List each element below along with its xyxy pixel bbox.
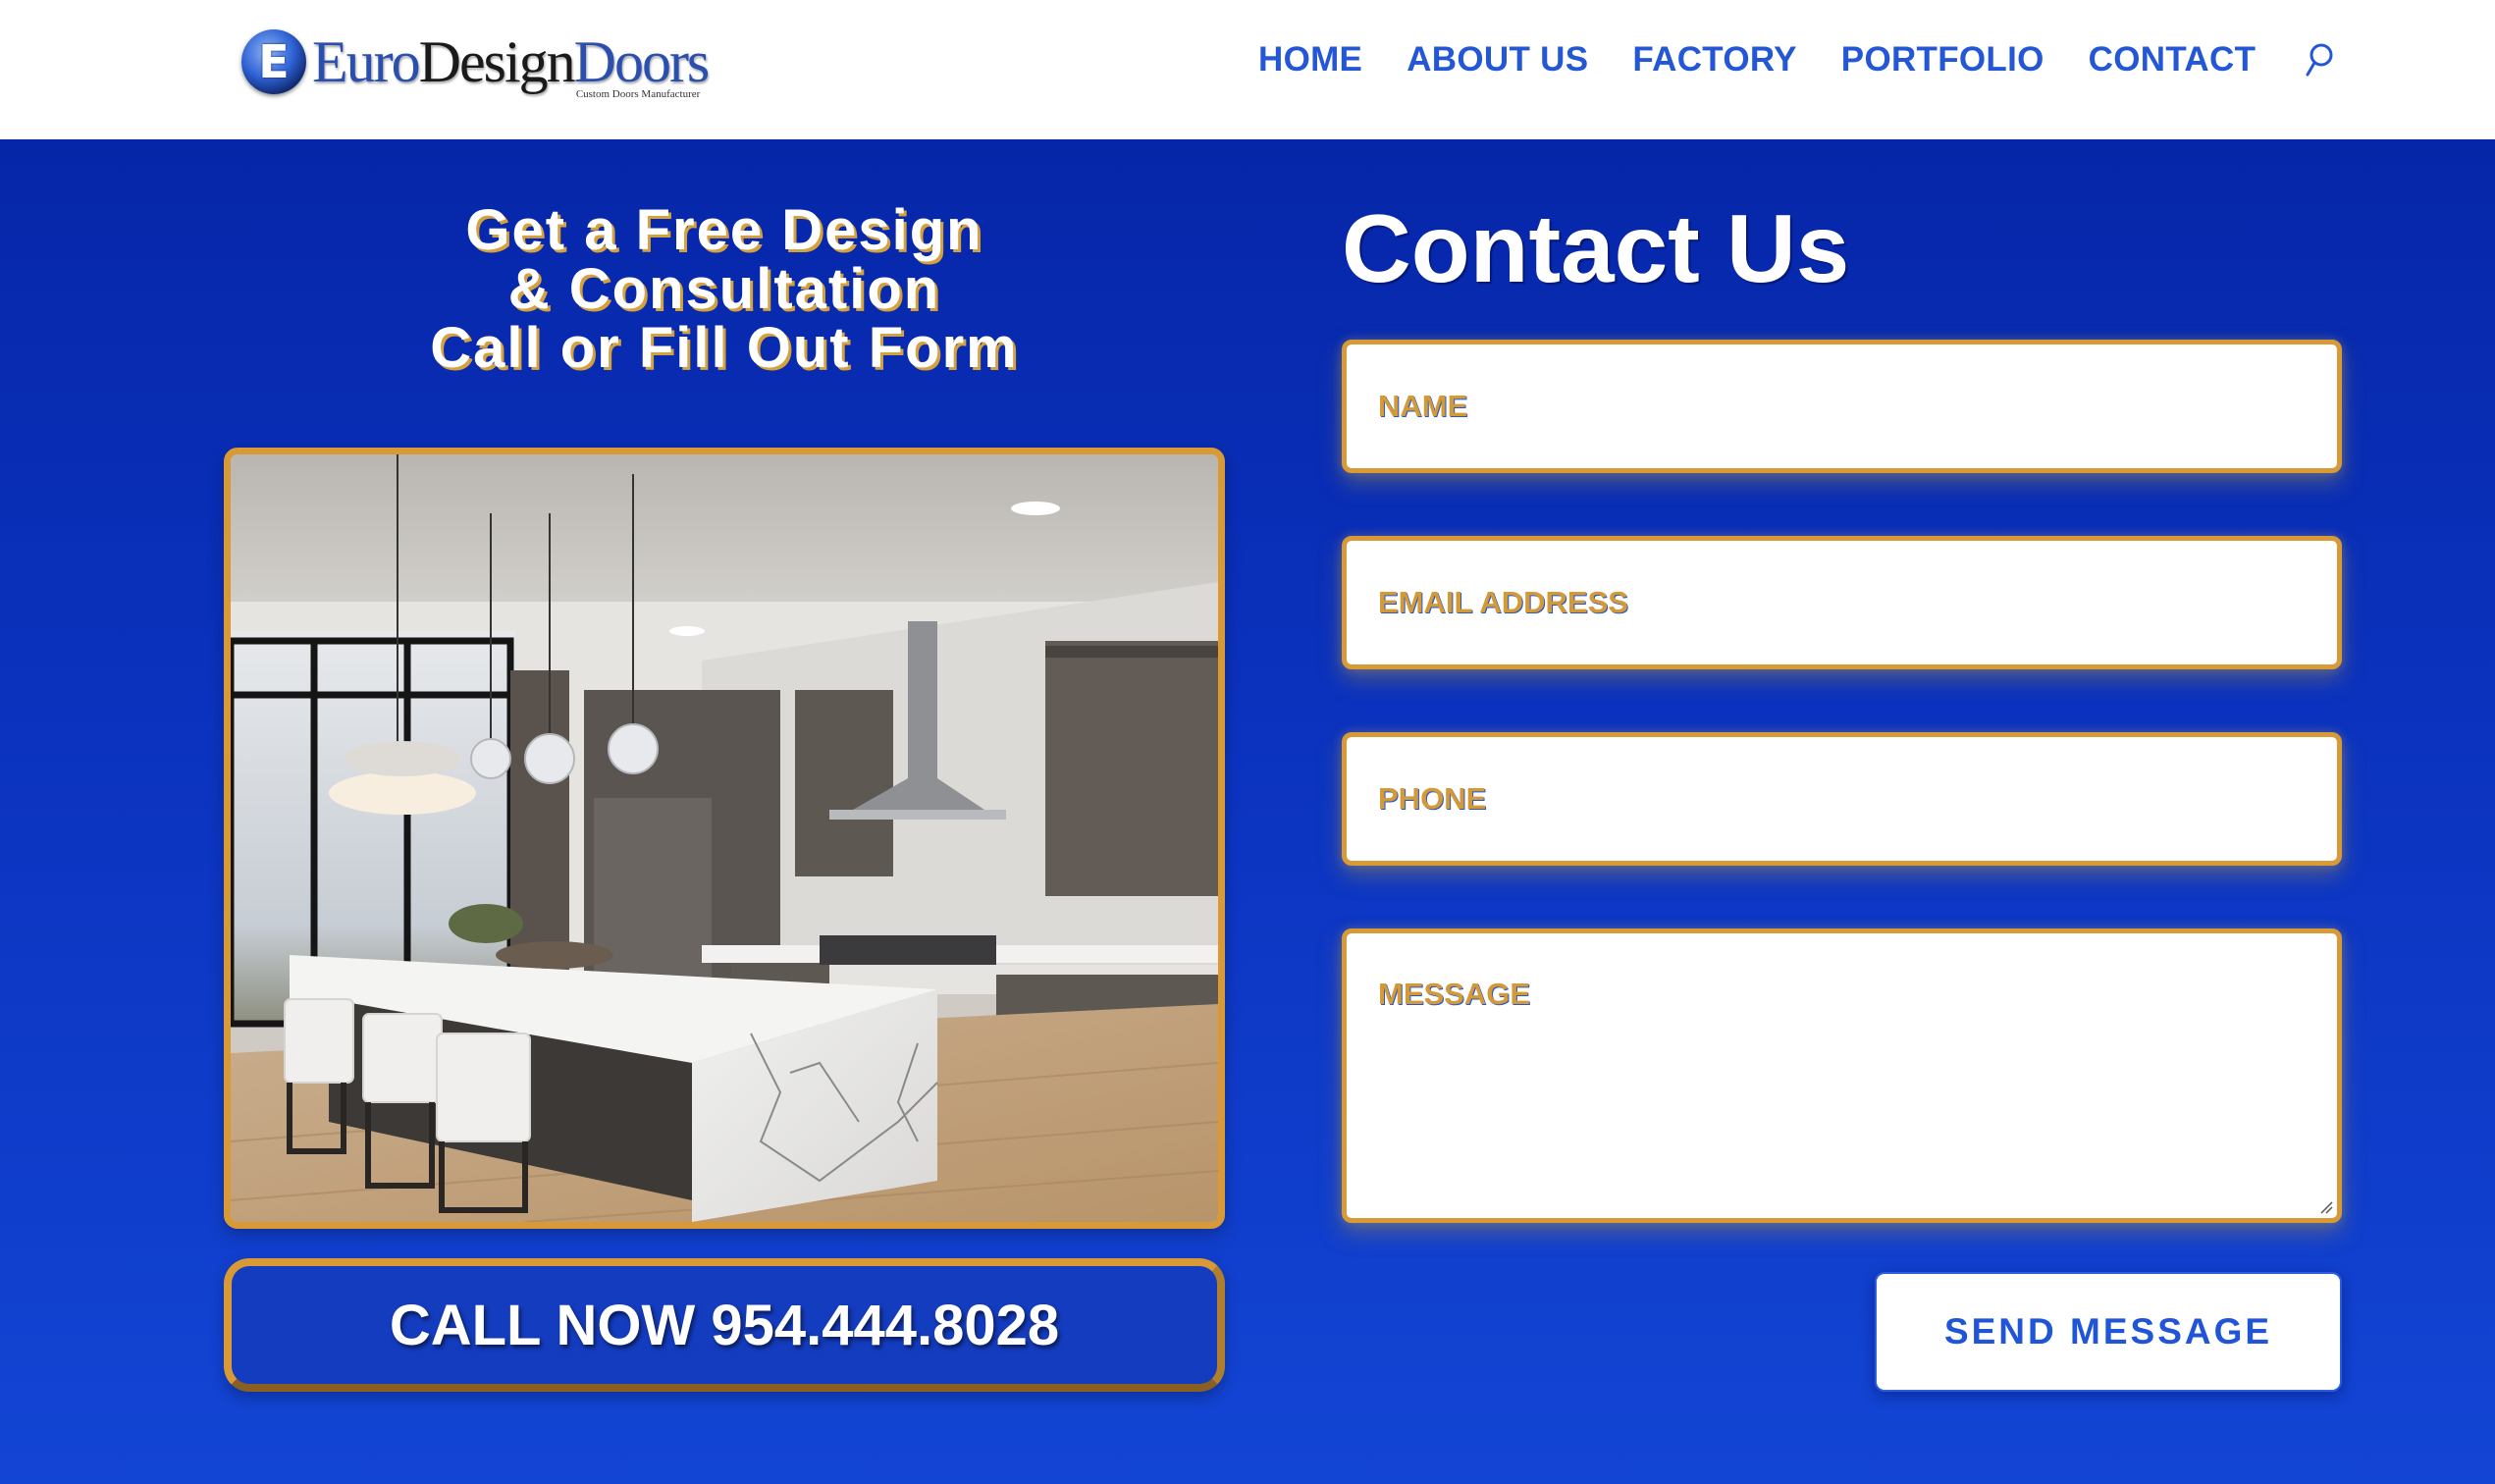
message-field-wrapper [1342,928,2342,1223]
logo-badge-letter: E [258,35,290,88]
nav-about-us[interactable]: ABOUT US [1407,40,1588,80]
promo-heading-line-3: Call or Fill Out Form [430,316,1019,380]
phone-input[interactable] [1347,737,2337,861]
resize-handle-icon[interactable] [2319,1200,2333,1214]
send-message-button[interactable]: SEND MESSAGE [1875,1272,2342,1392]
site-header: E Euro Design Doors Custom Doors Manufac… [0,0,2495,139]
name-field-wrapper [1342,340,2342,473]
logo-badge-icon: E [241,29,306,94]
logo-tagline: Custom Doors Manufacturer [575,88,701,100]
logo-word-doors: Doors [573,28,711,94]
nav-portfolio[interactable]: PORTFOLIO [1841,40,2044,80]
contact-title: Contact Us [1342,194,1850,302]
site-logo[interactable]: E Euro Design Doors Custom Doors Manufac… [241,22,781,102]
nav-factory[interactable]: FACTORY [1632,40,1796,80]
call-now-button[interactable]: CALL NOW 954.444.8028 [224,1258,1225,1392]
nav-contact[interactable]: CONTACT [2089,40,2256,80]
logo-word-design: Design [418,28,576,94]
nav-home[interactable]: HOME [1258,40,1362,80]
promo-heading-line-2: & Consultation [507,257,941,321]
message-textarea[interactable] [1347,933,2337,1218]
kitchen-image [224,448,1225,1229]
email-input[interactable] [1347,541,2337,664]
phone-field-wrapper [1342,732,2342,866]
promo-heading-line-1: Get a Free Design [465,198,983,262]
logo-wordmark: Euro Design Doors Custom Doors Manufactu… [312,22,711,102]
promo-heading: Get a Free Design & Consultation Call or… [224,201,1225,378]
email-field-wrapper [1342,536,2342,669]
search-icon[interactable] [2301,40,2336,80]
main-nav: HOME ABOUT US FACTORY PORTFOLIO CONTACT [1258,37,2336,82]
logo-word-euro: Euro [312,28,421,94]
name-input[interactable] [1347,344,2337,468]
kitchen-illustration [231,454,1218,1222]
